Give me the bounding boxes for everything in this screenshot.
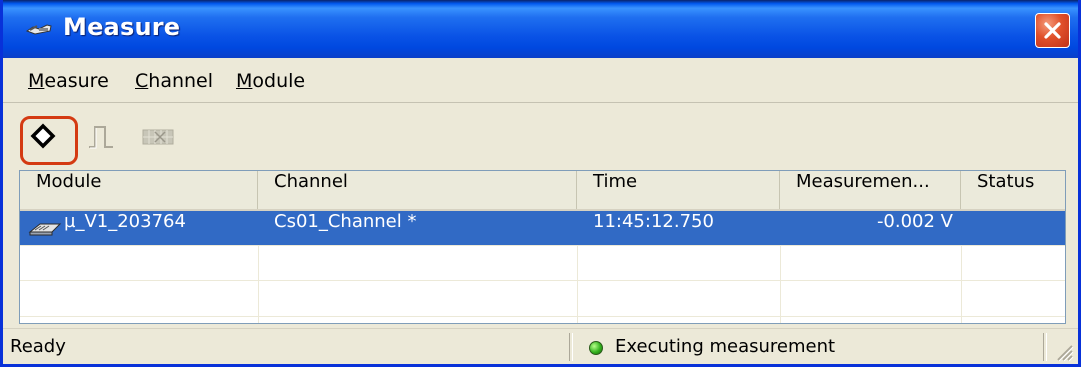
empty-row xyxy=(20,280,1065,315)
menu-measure-accel: M xyxy=(28,70,45,92)
column-divider xyxy=(961,245,962,323)
status-indicator-icon xyxy=(589,341,603,355)
cell-module: µ_V1_203764 xyxy=(64,211,186,232)
column-divider xyxy=(258,245,259,323)
window-title: Measure xyxy=(63,13,181,41)
grid-icon xyxy=(142,129,174,145)
highlight-ring xyxy=(20,116,78,165)
menu-module[interactable]: Module xyxy=(236,70,305,92)
menu-channel[interactable]: Channel xyxy=(135,70,213,92)
measurement-table[interactable]: Module Channel Time Measuremen... Status… xyxy=(19,170,1066,324)
pulse-icon xyxy=(89,126,113,149)
grid-button[interactable] xyxy=(141,127,175,147)
cell-measurement: -0.002 V xyxy=(876,211,953,232)
status-divider xyxy=(1043,333,1047,361)
toolbar xyxy=(3,103,1078,169)
column-time[interactable]: Time xyxy=(577,171,780,209)
menu-channel-label: hannel xyxy=(148,70,214,92)
column-divider xyxy=(780,245,781,323)
column-measurement[interactable]: Measuremen... xyxy=(780,171,961,209)
status-executing-text: Executing measurement xyxy=(615,336,836,357)
close-button[interactable] xyxy=(1035,13,1070,48)
column-divider xyxy=(577,245,578,323)
status-ready-text: Ready xyxy=(10,336,66,357)
table-header: Module Channel Time Measuremen... Status xyxy=(20,171,1065,211)
meter-icon xyxy=(25,24,52,35)
status-divider xyxy=(569,333,573,361)
title-bar[interactable]: Measure xyxy=(3,0,1078,58)
menu-module-label: odule xyxy=(252,70,306,92)
cell-status xyxy=(961,211,1065,245)
cell-channel: Cs01_Channel * xyxy=(274,211,417,232)
close-icon xyxy=(1044,22,1061,39)
resize-grip-icon[interactable] xyxy=(1052,340,1074,362)
column-channel[interactable]: Channel xyxy=(258,171,577,209)
measure-window: Measure Measure Channel Module Module Ch… xyxy=(0,0,1081,367)
cell-time: 11:45:12.750 xyxy=(593,211,714,232)
menu-channel-accel: C xyxy=(135,70,149,92)
pulse-button[interactable] xyxy=(87,123,115,149)
menu-module-accel: M xyxy=(236,70,253,92)
table-row[interactable]: µ_V1_203764 Cs01_Channel * 11:45:12.750 … xyxy=(20,211,1065,245)
empty-row xyxy=(20,316,1065,323)
column-status[interactable]: Status xyxy=(961,171,1065,209)
menu-bar: Measure Channel Module xyxy=(3,58,1078,103)
menu-measure[interactable]: Measure xyxy=(28,70,109,92)
status-bar: Ready Executing measurement xyxy=(3,328,1078,364)
column-module[interactable]: Module xyxy=(20,171,258,209)
empty-row xyxy=(20,245,1065,280)
menu-measure-label: easure xyxy=(44,70,109,92)
